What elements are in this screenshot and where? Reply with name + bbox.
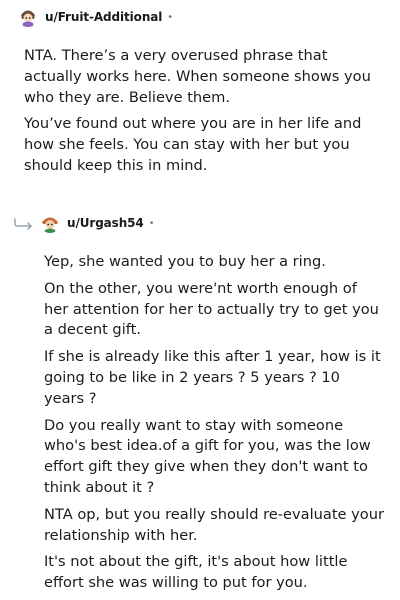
comment-fruit-additional: u/Fruit-Additional • NTA. There’s a very… bbox=[0, 3, 400, 174]
comment-urgash54: u/Urgash54 • Yep, she wanted you to buy … bbox=[0, 209, 400, 591]
user-avatar-icon[interactable] bbox=[40, 213, 60, 233]
reply-arrow-icon bbox=[14, 218, 32, 230]
comment-paragraph: It's not about the gift, it's about how … bbox=[44, 553, 348, 592]
comment-paragraph: Yep, she wanted you to buy her a ring. bbox=[44, 253, 326, 270]
comment-body: Yep, she wanted you to buy her a ring. O… bbox=[44, 252, 384, 600]
separator-dot: • bbox=[167, 11, 174, 23]
comment-paragraph: If she is already like this after 1 year… bbox=[44, 348, 381, 407]
username[interactable]: u/Fruit-Additional bbox=[45, 10, 162, 24]
username[interactable]: u/Urgash54 bbox=[67, 216, 144, 230]
comment-header: u/Urgash54 • bbox=[0, 209, 400, 237]
comment-paragraph: On the other, you were'nt worth enough o… bbox=[44, 279, 379, 339]
comment-paragraph: NTA. There’s a very overused phrase that… bbox=[24, 47, 371, 106]
user-avatar-icon[interactable] bbox=[18, 7, 38, 27]
comment-paragraph: You’ve found out where you are in her li… bbox=[24, 115, 362, 174]
comment-paragraph: NTA op, but you really should re-evaluat… bbox=[44, 505, 384, 544]
comment-header: u/Fruit-Additional • bbox=[0, 3, 400, 31]
comment-body: NTA. There’s a very overused phrase that… bbox=[24, 46, 384, 183]
comment-paragraph: Do you really want to stay with someone … bbox=[44, 416, 371, 496]
separator-dot: • bbox=[148, 217, 155, 229]
